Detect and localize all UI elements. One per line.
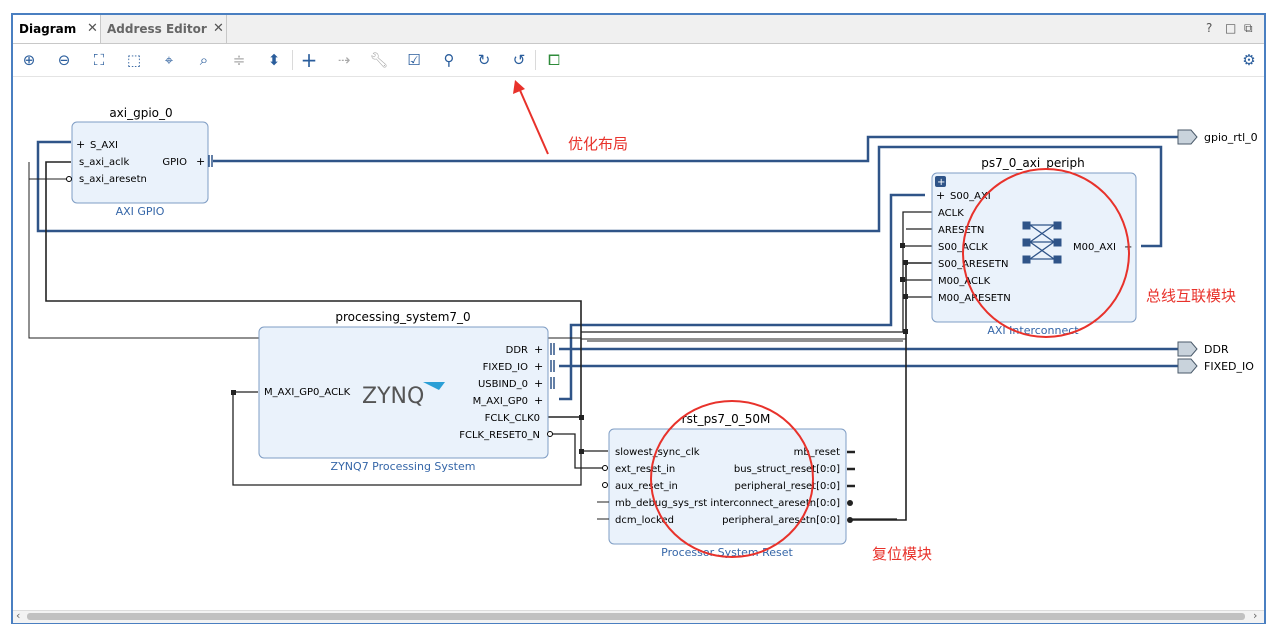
tab-diagram-label: Diagram <box>19 22 77 36</box>
svg-text:+: + <box>936 189 945 202</box>
port-m-axi-gp0: M_AXI_GP0 <box>473 396 528 407</box>
port-ddr: DDR <box>506 345 528 356</box>
gear-icon[interactable]: ⚙ <box>1239 50 1259 70</box>
zynq-logo: ZYNQ <box>362 384 424 409</box>
tab-bar: Diagram ✕ Address Editor ✕ ? □ ⧉ <box>13 15 1264 44</box>
port-aresetn: ARESETN <box>938 225 984 236</box>
validate-icon[interactable]: ☑ <box>404 50 424 70</box>
external-port-gpio-rtl-0[interactable]: gpio_rtl_0 <box>1177 129 1258 145</box>
port-mb-reset: mb_reset <box>794 447 840 458</box>
port-fclk-clk0: FCLK_CLK0 <box>485 413 540 424</box>
annotation-reset-text: 复位模块 <box>872 545 932 563</box>
zoom-in-icon[interactable]: ⊕ <box>19 50 39 70</box>
svg-text:+: + <box>534 343 543 356</box>
add-ip-icon[interactable]: + <box>299 50 319 70</box>
rst-instance-name: rst_ps7_0_50M <box>682 412 771 426</box>
external-port-ddr[interactable]: DDR <box>1177 341 1229 357</box>
m-axi-gp0-bus-wire <box>559 193 925 401</box>
fit-icon[interactable]: ⛶ <box>89 50 109 70</box>
axi-gpio-instance-name: axi_gpio_0 <box>109 106 172 120</box>
horizontal-scrollbar[interactable]: ‹ › <box>13 609 1264 623</box>
diagram-canvas[interactable]: axi_gpio_0 + S_AXI s_axi_aclk s_axi_ares… <box>13 77 1264 610</box>
axi-gpio-block[interactable]: axi_gpio_0 + S_AXI s_axi_aclk s_axi_ares… <box>64 106 213 218</box>
diagram-toolbar: ⊕ ⊖ ⛶ ⬚ ⌖ ⌕ ≑ ⬍ + ⇢ 🔧︎ ☑ ⚲ ↻ ↺ ⧠ ⚙ <box>13 44 1264 77</box>
auto-connect-icon[interactable]: ⧠ <box>544 50 564 70</box>
scroll-left-icon[interactable]: ‹ <box>16 609 20 622</box>
external-port-fixed-io[interactable]: FIXED_IO <box>1177 358 1254 374</box>
scrollbar-thumb[interactable] <box>27 613 1245 620</box>
tab-address-editor[interactable]: Address Editor ✕ <box>101 15 227 43</box>
port-m00-axi: M00_AXI <box>1073 242 1116 253</box>
port-fixed-io: FIXED_IO <box>483 362 529 373</box>
tab-diagram[interactable]: Diagram ✕ <box>13 15 101 43</box>
arrow-icon <box>513 80 525 94</box>
port-ext-reset-in: ext_reset_in <box>615 464 675 475</box>
port-gpio: GPIO <box>162 157 187 168</box>
port-fixed-io-label: FIXED_IO <box>1204 360 1254 373</box>
close-icon[interactable]: ✕ <box>87 15 98 43</box>
svg-text:+: + <box>534 377 543 390</box>
svg-text:+: + <box>534 394 543 407</box>
restore-icon[interactable]: ⧉ <box>1244 21 1253 36</box>
port-s-axi-aclk: s_axi_aclk <box>79 157 129 168</box>
port-interconnect-aresetn: interconnect_aresetn[0:0] <box>710 498 840 509</box>
refresh-icon[interactable]: ↻ <box>474 50 494 70</box>
collapse-icon[interactable]: ≑ <box>229 50 249 70</box>
annotation-layout: 优化布局 <box>513 80 628 155</box>
regenerate-layout-icon[interactable]: ↺ <box>509 50 529 70</box>
port-usbind: USBIND_0 <box>478 379 528 390</box>
settings-wrench-icon[interactable]: 🔧︎ <box>369 50 389 70</box>
scroll-right-icon[interactable]: › <box>1253 609 1257 622</box>
svg-text:+: + <box>196 155 205 168</box>
pin-icon[interactable]: ⚲ <box>439 50 459 70</box>
zoom-out-icon[interactable]: ⊖ <box>54 50 74 70</box>
ps7-title: ZYNQ7 Processing System <box>331 460 476 473</box>
gpio-port-plus-icon: + <box>76 138 85 151</box>
annotation-interconnect-text: 总线互联模块 <box>1146 287 1236 305</box>
port-mb-debug-sys-rst: mb_debug_sys_rst <box>615 498 707 509</box>
block-diagram: axi_gpio_0 + S_AXI s_axi_aclk s_axi_ares… <box>28 80 1258 563</box>
port-s-axi: S_AXI <box>90 140 118 151</box>
port-peripheral-aresetn: peripheral_aresetn[0:0] <box>722 515 840 526</box>
port-ddr-label: DDR <box>1204 343 1229 356</box>
zynq-ps-block[interactable]: processing_system7_0 M_AXI_GP0_ACLK ZYNQ… <box>258 310 555 473</box>
svg-text:+: + <box>937 177 945 188</box>
search-icon[interactable]: ⌕ <box>194 50 214 70</box>
interconnect-instance-name: ps7_0_axi_periph <box>981 156 1084 170</box>
help-icon[interactable]: ? <box>1206 21 1212 35</box>
port-bus-struct-reset: bus_struct_reset[0:0] <box>734 464 840 475</box>
port-m00-aclk: M00_ACLK <box>938 276 991 287</box>
port-peripheral-reset: peripheral_reset[0:0] <box>735 481 841 492</box>
ps7-instance-name: processing_system7_0 <box>335 310 470 324</box>
port-s-axi-aresetn: s_axi_aresetn <box>79 174 147 185</box>
close-icon[interactable]: ✕ <box>213 15 224 43</box>
svg-text:+: + <box>534 360 543 373</box>
vivado-block-design-window: Diagram ✕ Address Editor ✕ ? □ ⧉ ⊕ ⊖ ⛶ ⬚… <box>0 0 1272 628</box>
maximize-icon[interactable]: □ <box>1225 21 1236 35</box>
port-gpio-rtl-0-label: gpio_rtl_0 <box>1204 131 1258 144</box>
center-icon[interactable]: ⌖ <box>159 50 179 70</box>
port-aclk: ACLK <box>938 208 964 219</box>
expand-icon[interactable]: ⬍ <box>264 50 284 70</box>
port-m-axi-gp0-aclk: M_AXI_GP0_ACLK <box>264 387 351 398</box>
zoom-select-icon[interactable]: ⬚ <box>124 50 144 70</box>
processor-system-reset-block[interactable]: rst_ps7_0_50M slowest_sync_clk ext_reset… <box>597 412 855 559</box>
tab-address-editor-label: Address Editor <box>107 22 207 36</box>
port-s00-aresetn: S00_ARESETN <box>938 259 1008 270</box>
axi-gpio-title: AXI GPIO <box>116 205 165 218</box>
port-fclk-reset0-n: FCLK_RESET0_N <box>459 430 540 441</box>
annotation-layout-text: 优化布局 <box>568 135 628 153</box>
make-connection-icon[interactable]: ⇢ <box>334 50 354 70</box>
s-axi-aresetn-net <box>28 178 71 315</box>
port-aux-reset-in: aux_reset_in <box>615 481 678 492</box>
